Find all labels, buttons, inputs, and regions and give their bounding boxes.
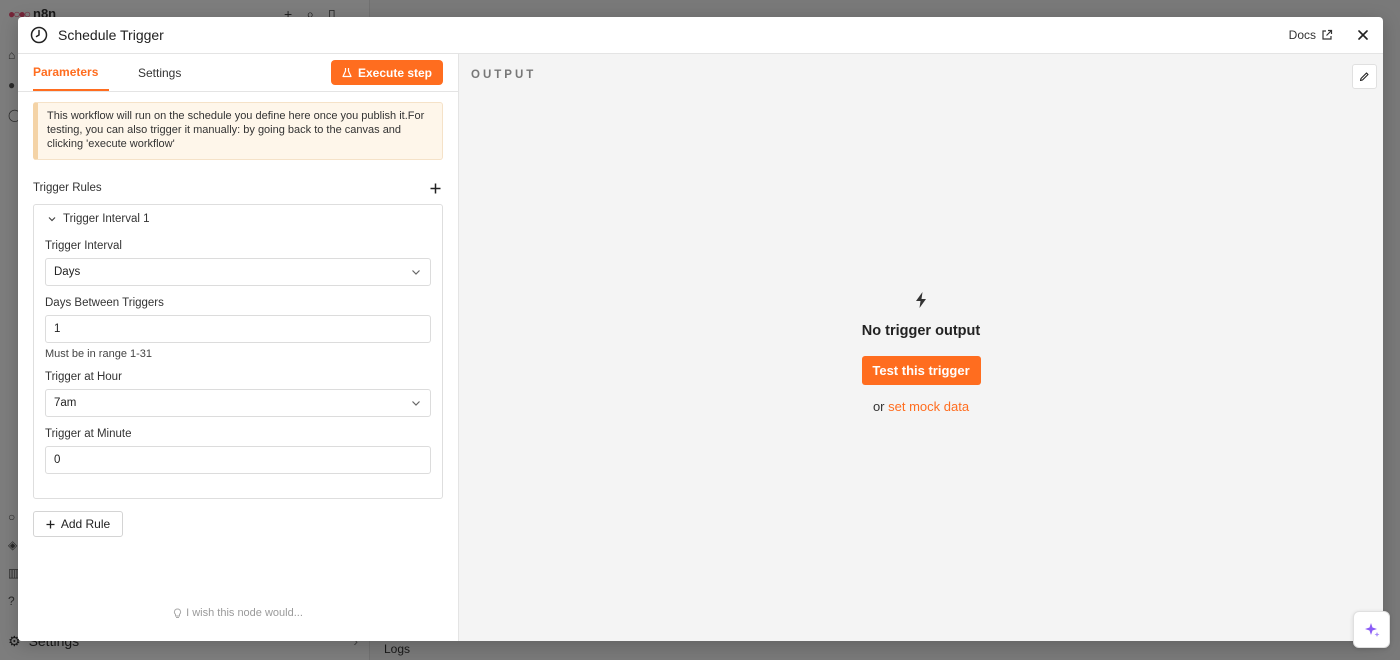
panel-tabs: Parameters Settings Execute step bbox=[18, 54, 458, 92]
add-trigger-rule-button[interactable] bbox=[427, 180, 443, 196]
chevron-down-icon bbox=[410, 266, 422, 278]
output-panel: OUTPUT No trigger output Test this trigg… bbox=[459, 54, 1383, 641]
trigger-minute-label: Trigger at Minute bbox=[45, 428, 132, 440]
close-button[interactable] bbox=[1355, 27, 1371, 43]
empty-output-state: No trigger output Test this trigger or s… bbox=[459, 291, 1383, 414]
trigger-hour-label: Trigger at Hour bbox=[45, 371, 122, 383]
tab-settings[interactable]: Settings bbox=[138, 66, 181, 91]
sparkle-icon bbox=[1364, 622, 1379, 637]
trigger-rule-title[interactable]: Trigger Interval 1 bbox=[47, 213, 431, 225]
publish-notice: This workflow will run on the schedule y… bbox=[33, 102, 443, 160]
plus-icon bbox=[46, 520, 55, 528]
feedback-link[interactable]: I wish this node would... bbox=[18, 607, 458, 619]
close-icon bbox=[1358, 30, 1368, 40]
edit-output-button[interactable] bbox=[1352, 64, 1377, 89]
plus-icon bbox=[430, 183, 440, 193]
external-link-icon bbox=[1322, 29, 1333, 40]
output-label: OUTPUT bbox=[471, 69, 537, 81]
execute-step-button[interactable]: Execute step bbox=[331, 60, 443, 85]
mock-data-line: or set mock data bbox=[872, 399, 970, 414]
modal-header: Schedule Trigger Docs bbox=[18, 17, 1383, 54]
lightning-icon bbox=[916, 292, 926, 308]
chevron-down-icon bbox=[410, 397, 422, 409]
parameters-panel: Parameters Settings Execute step This wo… bbox=[18, 54, 459, 641]
clock-icon bbox=[30, 26, 48, 44]
trigger-minute-input[interactable]: 0 bbox=[45, 446, 431, 474]
trigger-hour-select[interactable]: 7am bbox=[45, 389, 431, 417]
trigger-rules-header: Trigger Rules bbox=[33, 180, 443, 196]
days-between-triggers-input[interactable]: 1 bbox=[45, 315, 431, 343]
days-between-triggers-label: Days Between Triggers bbox=[45, 297, 164, 309]
add-rule-button[interactable]: Add Rule bbox=[33, 511, 123, 537]
test-trigger-button[interactable]: Test this trigger bbox=[861, 356, 981, 385]
node-modal: Schedule Trigger Docs Parameters Setting… bbox=[18, 17, 1383, 641]
tab-parameters[interactable]: Parameters bbox=[33, 65, 109, 91]
trigger-interval-label: Trigger Interval bbox=[45, 240, 122, 252]
set-mock-data-link[interactable]: set mock data bbox=[888, 399, 969, 414]
ai-assistant-button[interactable] bbox=[1353, 611, 1390, 648]
chevron-down-icon bbox=[48, 217, 56, 222]
trigger-rule-card: Trigger Interval 1 Trigger Interval Days… bbox=[33, 204, 443, 499]
lightbulb-icon bbox=[174, 607, 182, 618]
flask-icon bbox=[342, 68, 352, 78]
days-range-hint: Must be in range 1-31 bbox=[45, 348, 153, 360]
trigger-rules-label: Trigger Rules bbox=[33, 182, 102, 194]
docs-link[interactable]: Docs bbox=[1289, 28, 1333, 42]
trigger-interval-select[interactable]: Days bbox=[45, 258, 431, 286]
no-output-title: No trigger output bbox=[861, 323, 981, 339]
modal-title: Schedule Trigger bbox=[58, 27, 164, 43]
pencil-icon bbox=[1359, 72, 1369, 82]
